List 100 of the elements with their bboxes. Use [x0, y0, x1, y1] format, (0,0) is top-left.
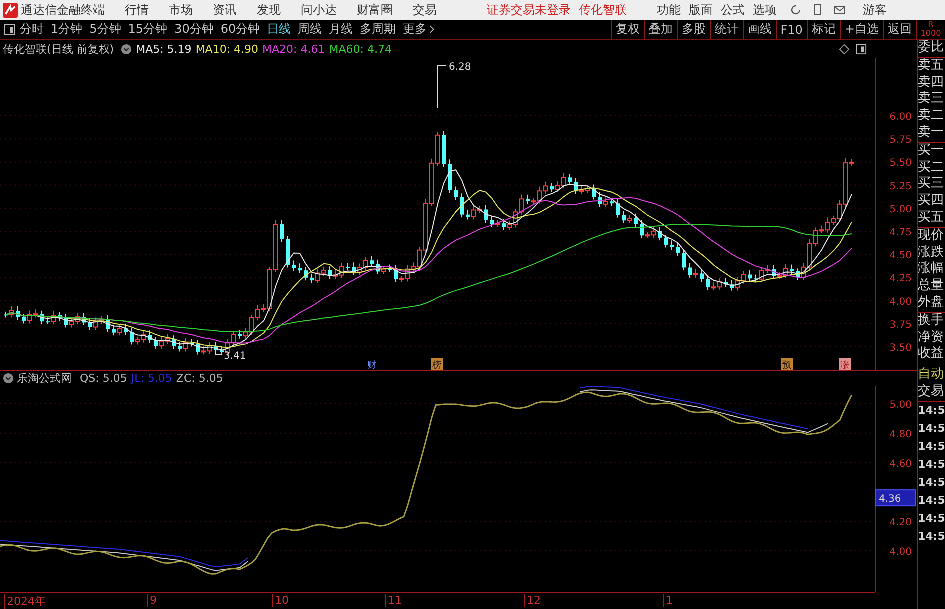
date-label: 11: [385, 594, 402, 607]
quote-field-label: 总量: [918, 278, 945, 295]
period-tab[interactable]: 15分钟: [128, 21, 168, 38]
app-name: 通达信金融终端: [21, 2, 105, 18]
axis-label: 6.00: [890, 112, 912, 123]
candlestick: [724, 278, 728, 288]
quote-field-label: 换手: [918, 312, 945, 330]
menu-item[interactable]: 问小达: [301, 2, 337, 18]
stock-link[interactable]: 传化智联: [579, 2, 627, 18]
period-tab[interactable]: 60分钟: [220, 21, 260, 38]
candlestick: [688, 263, 692, 278]
candlestick: [88, 318, 92, 331]
period-tab[interactable]: 30分钟: [174, 21, 214, 38]
event-marker[interactable]: 财: [366, 358, 378, 370]
candlestick: [640, 220, 644, 239]
period-tab[interactable]: 日线: [267, 21, 292, 38]
login-notice[interactable]: 证券交易未登录: [487, 2, 571, 18]
tool-menu-item[interactable]: 公式: [721, 2, 745, 18]
dropdown-icon[interactable]: [3, 373, 14, 384]
axis-label: 4.25: [890, 274, 912, 285]
mode-label[interactable]: 自动: [918, 367, 945, 384]
leader-line: [216, 350, 222, 356]
candlestick: [448, 159, 452, 194]
axis-label: 5.25: [890, 181, 912, 192]
more-button[interactable]: 更多: [403, 21, 436, 38]
candlestick: [196, 340, 200, 356]
moving-average-value: MA5: 5.19: [136, 42, 192, 56]
event-marker[interactable]: 预: [781, 358, 793, 370]
candlestick: [10, 306, 14, 318]
axis-label: 4.50: [890, 250, 912, 262]
current-value-label: 4.36: [876, 490, 916, 507]
trade-time: 14:5: [918, 474, 945, 491]
axis-label: 5.00: [890, 204, 912, 216]
candlestick: [676, 242, 680, 257]
period-tab[interactable]: 月线: [329, 21, 354, 38]
candlestick: [796, 268, 800, 281]
period-tab[interactable]: 周线: [298, 21, 322, 38]
candlestick: [526, 194, 530, 205]
quote-field-label: 涨跌: [918, 244, 945, 262]
axis-label: 5.00: [890, 400, 912, 411]
quote-field-label: 卖一: [918, 124, 945, 143]
trade-time: 14:5: [918, 492, 945, 509]
period-tab[interactable]: 1分钟: [51, 21, 83, 38]
refresh-icon[interactable]: [790, 4, 802, 16]
mail-icon[interactable]: [834, 4, 846, 16]
dropdown-icon[interactable]: [121, 44, 132, 54]
candlestick: [574, 178, 578, 195]
diamond-icon[interactable]: [839, 44, 850, 54]
candlestick: [64, 314, 68, 328]
candlestick: [172, 335, 176, 350]
corner-label: R: [928, 20, 934, 29]
candlestick: [634, 213, 638, 228]
trade-time: 14:5: [918, 402, 945, 419]
menu-item[interactable]: 资讯: [213, 2, 237, 18]
tool-menu-item[interactable]: 选项: [753, 2, 777, 18]
candlestick: [298, 263, 302, 274]
menu-item[interactable]: 财富圈: [357, 2, 393, 18]
candlestick: [130, 328, 134, 346]
candlestick: [460, 193, 464, 218]
candlestick: [370, 256, 374, 268]
axis-label: 4.20: [890, 518, 912, 529]
period-tab[interactable]: 分时: [20, 21, 44, 38]
menu-item[interactable]: 市场: [169, 2, 193, 18]
phone-icon[interactable]: [812, 4, 824, 16]
candlestick: [238, 329, 242, 340]
user-name[interactable]: 游客: [863, 2, 887, 18]
panel-toggle-icon[interactable]: [856, 44, 867, 54]
candlestick: [790, 264, 794, 275]
axis-label: 5.50: [890, 158, 912, 170]
panel-toggle-icon[interactable]: [4, 24, 16, 36]
menu-item[interactable]: 行情: [125, 2, 149, 18]
candlestick: [466, 210, 470, 220]
candlestick: [616, 198, 620, 218]
quote-field-label: 卖四: [918, 74, 945, 91]
candlestick: [394, 264, 398, 283]
quote-field-label: 卖二: [918, 108, 945, 125]
candlestick: [604, 197, 608, 208]
candlestick: [184, 338, 188, 352]
event-marker[interactable]: 榜: [431, 358, 443, 370]
quote-field-label: 买一: [918, 142, 945, 160]
date-label: 12: [524, 594, 541, 607]
candlestick: [118, 325, 122, 336]
period-tab[interactable]: 5分钟: [90, 21, 122, 38]
candlestick: [628, 214, 632, 224]
menu-item[interactable]: 发现: [257, 2, 281, 18]
moving-average-value: MA60: 4.74: [329, 42, 392, 56]
candlestick: [706, 274, 710, 291]
date-label: 9: [147, 594, 157, 607]
tool-menu-item[interactable]: 功能: [657, 2, 681, 18]
moving-average-value: MA20: 4.61: [262, 42, 326, 56]
candlestick: [568, 174, 572, 186]
candlestick: [292, 260, 296, 272]
leader-line: [438, 66, 446, 108]
period-tab[interactable]: 多周期: [360, 21, 396, 38]
candlestick: [664, 234, 668, 248]
menu-item[interactable]: 交易: [413, 2, 437, 18]
candlestick: [610, 198, 614, 207]
candlestick: [304, 266, 308, 282]
tool-menu-item[interactable]: 版面: [689, 2, 713, 18]
candlestick: [280, 220, 284, 242]
